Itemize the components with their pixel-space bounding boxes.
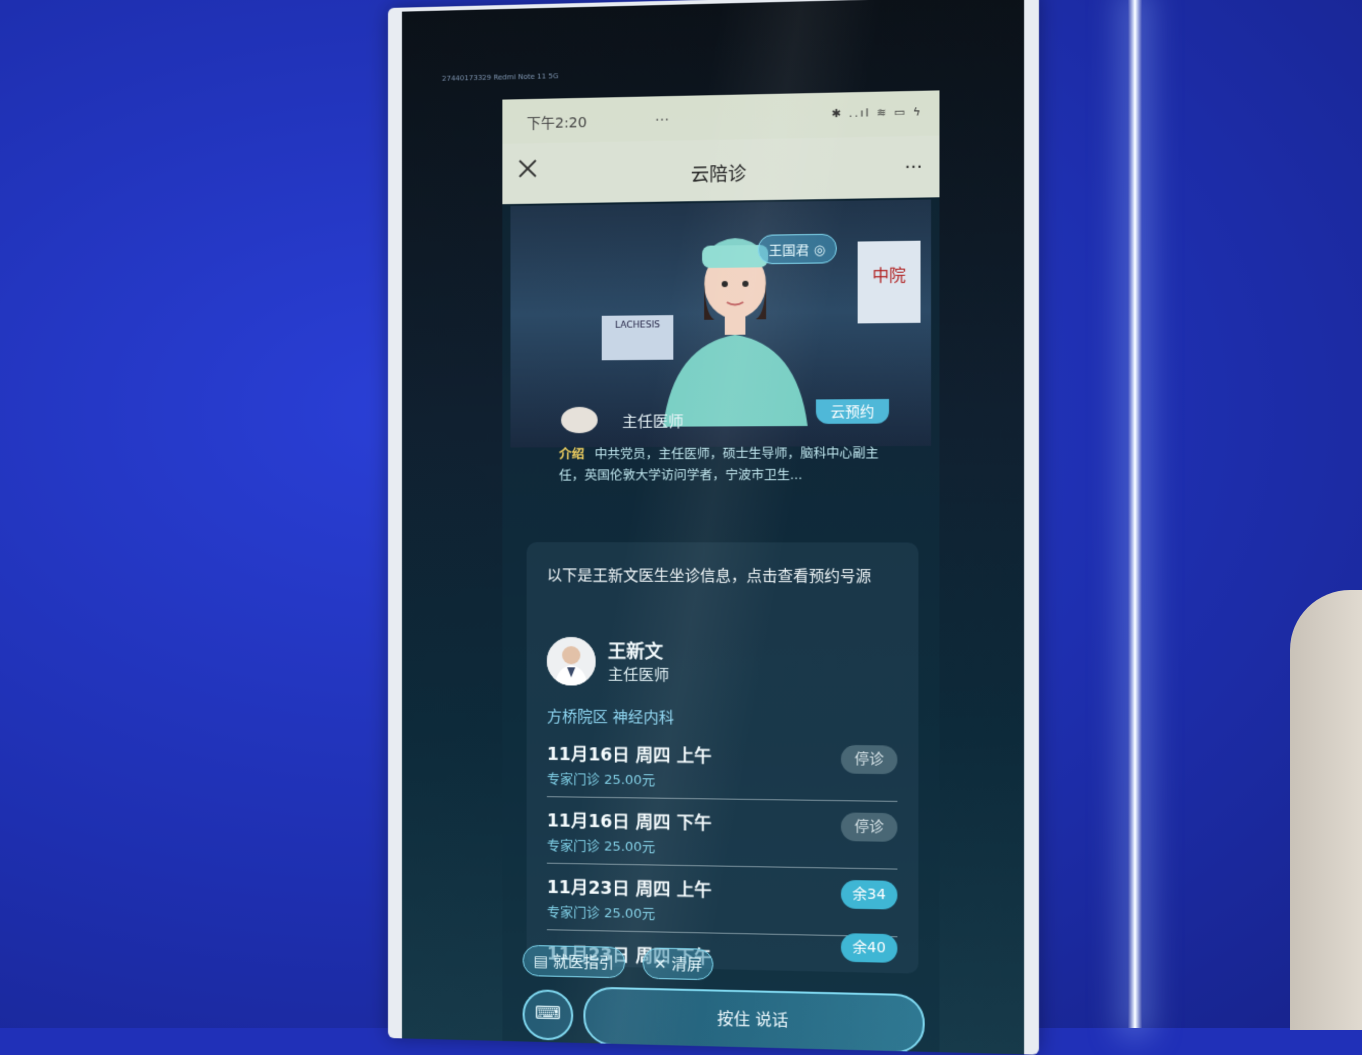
doctor-name: 王新文 <box>607 641 664 663</box>
slot-info: 专家门诊 25.00元 <box>546 905 656 923</box>
appointment-slot[interactable]: 11月23日 周四 上午 专家门诊 25.00元 余34 <box>546 864 898 938</box>
status-icons: ✱ ..ıl ≋ ▭ ϟ <box>831 105 923 121</box>
slot-status-button[interactable]: 余34 <box>840 879 898 910</box>
clear-screen-button[interactable]: ✕ 清屏 <box>642 947 714 981</box>
doctor-photo <box>546 636 596 686</box>
user-status-icon: ◎ <box>813 243 826 259</box>
device-tag: 27440173329 Redmi Note 11 5G <box>442 72 559 83</box>
person-edge <box>1290 590 1362 1030</box>
slot-date: 11月23日 周四 上午 <box>546 877 712 902</box>
nav-bar: 云陪诊 ··· <box>502 135 940 205</box>
status-more-icon: … <box>654 108 670 125</box>
status-bar: 下午2:20 … ✱ ..ıl ≋ ▭ ϟ <box>502 90 940 144</box>
doctor-intro-card: 主任医师 云预约 介绍 中共党员，主任医师，硕士生导师，脑科中心副主任，英国伦敦… <box>510 398 931 522</box>
slot-info: 专家门诊 25.00元 <box>546 838 656 856</box>
more-menu-button[interactable]: ··· <box>905 156 923 178</box>
status-time: 下午2:20 <box>526 114 587 133</box>
phone-app: 下午2:20 … ✱ ..ıl ≋ ▭ ϟ 云陪诊 ··· LACHESIS 中… <box>502 90 940 1055</box>
medical-guide-button[interactable]: ▤ 就医指引 <box>522 944 626 979</box>
user-name-pill[interactable]: 王国君 ◎ <box>757 233 837 265</box>
guide-icon: ▤ <box>533 952 553 971</box>
keyboard-icon: ⌨ <box>534 1002 562 1025</box>
department-label: 方桥院区 神经内科 <box>546 707 675 727</box>
kiosk-frame: 27440173329 Redmi Note 11 5G 下午2:20 … ✱ … <box>388 0 1039 1055</box>
led-light-strip <box>1128 0 1142 1028</box>
hold-to-talk-button[interactable]: 按住 说话 <box>583 986 925 1054</box>
doctor-intro: 介绍 中共党员，主任医师，硕士生导师，脑科中心副主任，英国伦敦大学访问学者，宁波… <box>559 442 899 486</box>
background-sign-right: 中院 <box>857 240 921 324</box>
guide-label: 就医指引 <box>552 952 614 973</box>
page-title: 云陪诊 <box>690 163 747 186</box>
bottom-toolbar: ▤ 就医指引 ✕ 清屏 ⌨ 按住 说话 <box>502 944 939 1054</box>
kiosk-screen: 27440173329 Redmi Note 11 5G 下午2:20 … ✱ … <box>401 0 1025 1055</box>
chat-message: 以下是王新文医生坐诊信息，点击查看预约号源 <box>546 566 872 586</box>
clear-icon: ✕ <box>653 954 672 974</box>
keyboard-button[interactable]: ⌨ <box>522 989 574 1041</box>
user-name: 王国君 <box>768 243 810 260</box>
slot-date: 11月16日 周四 上午 <box>546 744 712 767</box>
cloud-booking-button[interactable]: 云预约 <box>815 398 890 424</box>
doctor-title: 主任医师 <box>622 412 684 431</box>
doctor-rank: 主任医师 <box>607 665 670 685</box>
doctor-avatar[interactable] <box>546 636 596 686</box>
appointment-slot[interactable]: 11月16日 周四 下午 专家门诊 25.00元 停诊 <box>546 798 898 870</box>
intro-tag: 介绍 <box>559 446 585 462</box>
slot-info: 专家门诊 25.00元 <box>546 771 656 789</box>
slot-status-button[interactable]: 停诊 <box>840 812 898 842</box>
doctor-mini-avatar <box>561 406 598 434</box>
chat-bubble: 以下是王新文医生坐诊信息，点击查看预约号源 王新文 主任医师 方桥院区 神经内科… <box>526 542 919 974</box>
slot-status-button[interactable]: 停诊 <box>840 744 898 775</box>
intro-text: 中共党员，主任医师，硕士生导师，脑科中心副主任，英国伦敦大学访问学者，宁波市卫生… <box>559 445 879 483</box>
clear-label: 清屏 <box>671 955 703 974</box>
slot-date: 11月16日 周四 下午 <box>546 811 712 834</box>
appointment-slot[interactable]: 11月16日 周四 上午 专家门诊 25.00元 停诊 <box>546 731 898 802</box>
